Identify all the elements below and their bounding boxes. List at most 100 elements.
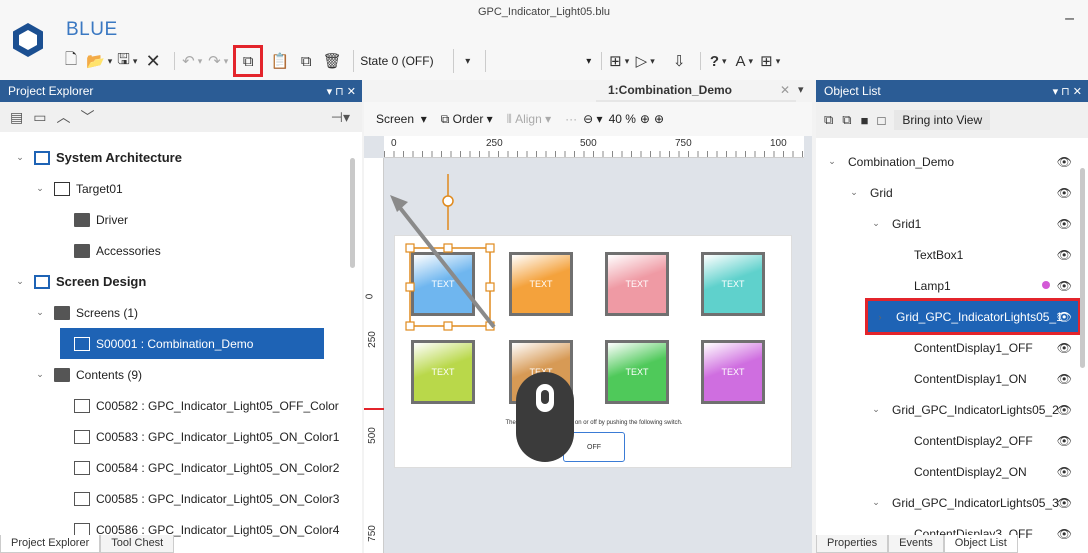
tree-item[interactable]: ⌄ Screens (1): [0, 297, 350, 328]
indicator-lamp[interactable]: TEXT: [701, 340, 765, 404]
expand-toggle-icon[interactable]: ⌄: [34, 183, 46, 194]
tab-menu-icon[interactable]: ▾: [798, 83, 804, 96]
zoom-out-icon[interactable]: ⊖ ▾: [583, 112, 602, 126]
tree-item[interactable]: S00001 : Combination_Demo: [60, 328, 324, 359]
new-file-icon[interactable]: 🗋: [60, 49, 82, 73]
visibility-eye-icon[interactable]: 👁: [1057, 186, 1072, 200]
transfer-icon[interactable]: ⇩: [668, 49, 690, 73]
visibility-eye-icon[interactable]: 👁: [1057, 341, 1072, 355]
send-to-back-icon[interactable]: □: [877, 113, 885, 128]
visibility-eye-icon[interactable]: 👁: [1057, 372, 1072, 386]
expand-toggle-icon[interactable]: ⌄: [826, 156, 838, 167]
copy-icon[interactable]: ⧉: [233, 45, 264, 77]
visibility-eye-icon[interactable]: 👁: [1057, 248, 1072, 262]
tree-item[interactable]: Driver: [0, 204, 350, 235]
tab-properties[interactable]: Properties: [816, 535, 889, 553]
indicator-lamp[interactable]: TEXT: [605, 252, 669, 316]
zoom-fit-icon[interactable]: ⊕: [654, 112, 664, 126]
tab-combination-demo[interactable]: 1:Combination_Demo ✕: [596, 80, 796, 102]
tree-item[interactable]: ⌄ Screen Design: [0, 266, 350, 297]
align-dropdown[interactable]: ⫴ Align ▾: [507, 112, 551, 127]
bring-forward-icon[interactable]: ⧉: [824, 112, 833, 128]
expand-toggle-icon[interactable]: ⌄: [34, 307, 46, 318]
tab-object-list[interactable]: Object List: [943, 535, 1018, 553]
visibility-eye-icon[interactable]: 👁: [1057, 465, 1072, 479]
open-button[interactable]: 📂 ▾: [86, 49, 112, 73]
visibility-eye-icon[interactable]: 👁: [1057, 279, 1072, 293]
move-down-icon[interactable]: ﹀: [80, 107, 94, 127]
object-item[interactable]: ContentDisplay2_ON 👁: [816, 456, 1078, 487]
expand-toggle-icon[interactable]: ⌄: [14, 276, 26, 287]
expand-toggle-icon[interactable]: ⌄: [34, 369, 46, 380]
visibility-eye-icon[interactable]: 👁: [1057, 155, 1072, 169]
state-select[interactable]: State 0 (OFF): [353, 50, 453, 72]
panel-pin-icon[interactable]: ▾ ⊓ ✕: [327, 85, 356, 98]
scrollbar[interactable]: [350, 158, 355, 268]
state-dropdown-button[interactable]: ▾: [453, 49, 481, 73]
close-icon[interactable]: ✕: [780, 83, 790, 97]
trash-icon[interactable]: 🗑: [321, 49, 343, 73]
zoom-in-icon[interactable]: ⊕: [640, 112, 650, 126]
run-button[interactable]: ▷ ▾: [634, 49, 656, 73]
delete-icon[interactable]: ✕: [142, 49, 164, 73]
object-item[interactable]: ContentDisplay2_OFF 👁: [816, 425, 1078, 456]
screen-dropdown[interactable]: Screen ▾: [376, 112, 427, 126]
object-item[interactable]: ⌄ Grid1 👁: [816, 208, 1078, 239]
tree-item[interactable]: C00585 : GPC_Indicator_Light05_ON_Color3: [0, 483, 350, 514]
expand-toggle-icon[interactable]: ⌄: [870, 218, 882, 229]
indicator-lamp[interactable]: TEXT: [509, 252, 573, 316]
tree-item[interactable]: Accessories: [0, 235, 350, 266]
help-button[interactable]: ? ▾: [707, 49, 729, 73]
visibility-eye-icon[interactable]: 👁: [1057, 527, 1072, 541]
tab-events[interactable]: Events: [888, 535, 944, 553]
panel-pin-icon[interactable]: ▾ ⊓ ✕: [1053, 85, 1082, 98]
font-button[interactable]: A ▾: [733, 49, 755, 73]
expand-toggle-icon[interactable]: ›: [874, 312, 886, 322]
order-dropdown[interactable]: ⧉ Order ▾: [441, 112, 493, 127]
tree-item[interactable]: ⌄ System Architecture: [0, 142, 350, 173]
expand-toggle-icon[interactable]: ⌄: [870, 404, 882, 415]
save-button[interactable]: 🖫 ▾: [116, 49, 138, 73]
expand-toggle-icon[interactable]: ⌄: [870, 497, 882, 508]
add-item-icon[interactable]: ▤: [10, 109, 23, 126]
object-item[interactable]: Lamp1 👁: [816, 270, 1078, 301]
tree-item[interactable]: ⌄ Contents (9): [0, 359, 350, 390]
object-item[interactable]: TextBox1 👁: [816, 239, 1078, 270]
object-item[interactable]: ⌄ Grid_GPC_IndicatorLights05_2 👁: [816, 394, 1078, 425]
scrollbar[interactable]: [1080, 168, 1085, 368]
visibility-eye-icon[interactable]: 👁: [1057, 403, 1072, 417]
blank-select[interactable]: ▾: [485, 50, 595, 72]
tab-project-explorer[interactable]: Project Explorer: [0, 535, 101, 553]
expand-toggle-icon[interactable]: ⌄: [14, 152, 26, 163]
bring-to-front-icon[interactable]: ■: [861, 113, 869, 128]
indicator-lamp[interactable]: TEXT: [411, 340, 475, 404]
more-icon[interactable]: ···: [565, 112, 577, 126]
redo-button[interactable]: ↷ ▾: [207, 49, 229, 73]
object-item[interactable]: ⌄ Grid_GPC_IndicatorLights05_3 👁: [816, 487, 1078, 518]
grid-button[interactable]: ⊞ ▾: [759, 49, 781, 73]
duplicate-icon[interactable]: ⧉: [295, 49, 317, 73]
visibility-eye-icon[interactable]: 👁: [1057, 310, 1072, 324]
bring-into-view-button[interactable]: Bring into View: [894, 110, 991, 130]
visibility-eye-icon[interactable]: 👁: [1057, 496, 1072, 510]
object-item[interactable]: ⌄ Combination_Demo 👁: [816, 146, 1078, 177]
move-up-icon[interactable]: ︿: [56, 107, 70, 127]
visibility-eye-icon[interactable]: 👁: [1057, 434, 1072, 448]
layout-button[interactable]: ⊞ ▾: [608, 49, 630, 73]
object-item[interactable]: ContentDisplay1_OFF 👁: [816, 332, 1078, 363]
tab-tool-chest[interactable]: Tool Chest: [100, 535, 175, 553]
add-folder-icon[interactable]: ▭: [33, 109, 46, 126]
indicator-lamp[interactable]: TEXT: [701, 252, 765, 316]
tree-item[interactable]: C00583 : GPC_Indicator_Light05_ON_Color1: [0, 421, 350, 452]
object-item[interactable]: › Grid_GPC_IndicatorLights05_1 👁: [865, 298, 1081, 335]
paste-icon[interactable]: 📋: [269, 49, 291, 73]
minimize-button[interactable]: –: [1065, 10, 1074, 28]
screen-canvas[interactable]: TEXT TEXT TEXT TEXT TEXT TEXT TEXT TEXT The abo…: [394, 235, 792, 468]
object-item[interactable]: ContentDisplay1_ON 👁: [816, 363, 1078, 394]
undo-button[interactable]: ↶ ▾: [181, 49, 203, 73]
tree-item[interactable]: C00584 : GPC_Indicator_Light05_ON_Color2: [0, 452, 350, 483]
tree-item[interactable]: ⌄ Target01: [0, 173, 350, 204]
indicator-lamp[interactable]: TEXT: [605, 340, 669, 404]
visibility-eye-icon[interactable]: 👁: [1057, 217, 1072, 231]
expand-toggle-icon[interactable]: ⌄: [848, 187, 860, 198]
